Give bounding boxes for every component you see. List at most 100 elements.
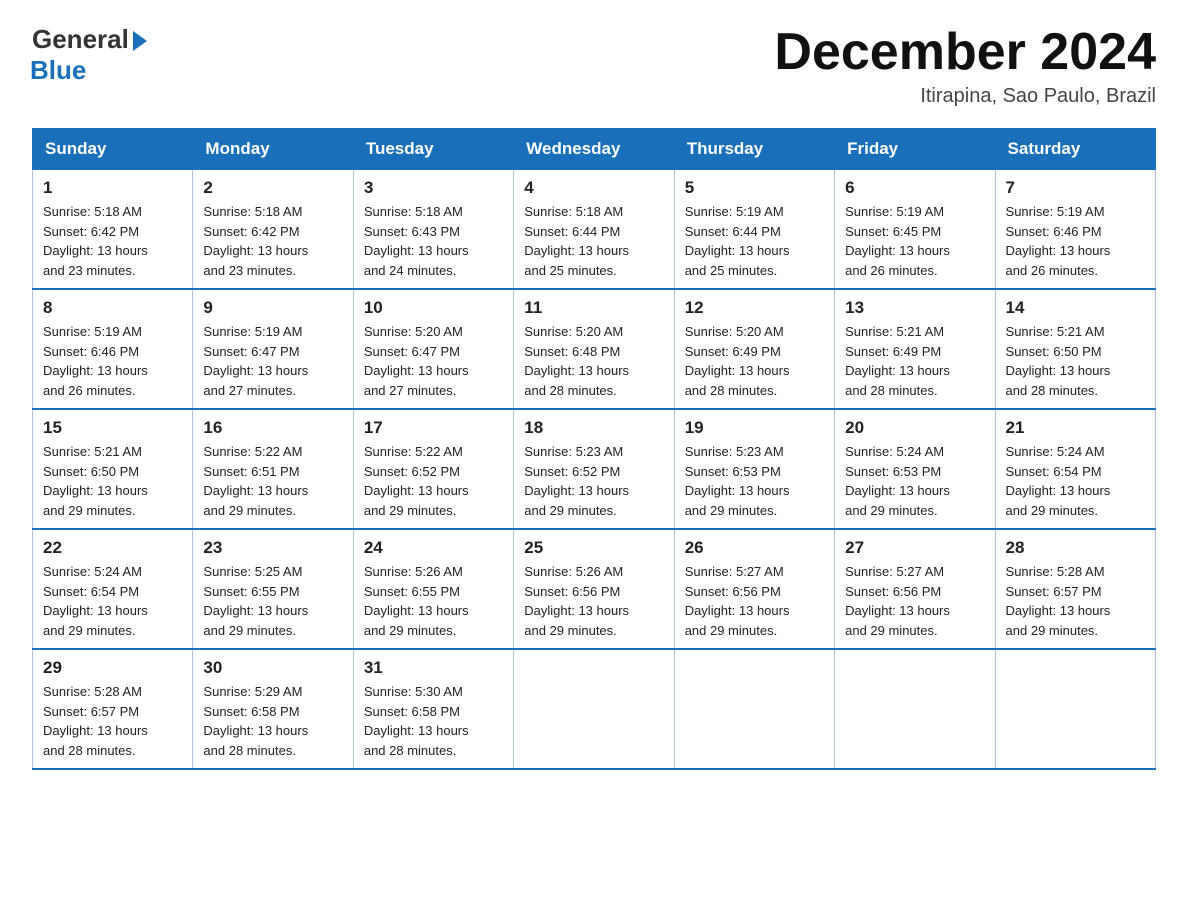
calendar-cell: 23 Sunrise: 5:25 AM Sunset: 6:55 PM Dayl… — [193, 529, 353, 649]
calendar-cell: 15 Sunrise: 5:21 AM Sunset: 6:50 PM Dayl… — [33, 409, 193, 529]
day-number: 19 — [685, 418, 824, 438]
calendar-cell: 14 Sunrise: 5:21 AM Sunset: 6:50 PM Dayl… — [995, 289, 1155, 409]
day-number: 12 — [685, 298, 824, 318]
day-number: 1 — [43, 178, 182, 198]
calendar-cell: 25 Sunrise: 5:26 AM Sunset: 6:56 PM Dayl… — [514, 529, 674, 649]
calendar-cell: 30 Sunrise: 5:29 AM Sunset: 6:58 PM Dayl… — [193, 649, 353, 769]
calendar-cell: 19 Sunrise: 5:23 AM Sunset: 6:53 PM Dayl… — [674, 409, 834, 529]
calendar-cell: 2 Sunrise: 5:18 AM Sunset: 6:42 PM Dayli… — [193, 170, 353, 290]
day-number: 5 — [685, 178, 824, 198]
day-info: Sunrise: 5:24 AM Sunset: 6:54 PM Dayligh… — [43, 562, 182, 640]
day-info: Sunrise: 5:23 AM Sunset: 6:52 PM Dayligh… — [524, 442, 663, 520]
day-number: 9 — [203, 298, 342, 318]
day-info: Sunrise: 5:18 AM Sunset: 6:43 PM Dayligh… — [364, 202, 503, 280]
day-info: Sunrise: 5:19 AM Sunset: 6:47 PM Dayligh… — [203, 322, 342, 400]
calendar-header-row: SundayMondayTuesdayWednesdayThursdayFrid… — [33, 129, 1156, 170]
calendar-cell: 11 Sunrise: 5:20 AM Sunset: 6:48 PM Dayl… — [514, 289, 674, 409]
day-number: 11 — [524, 298, 663, 318]
day-info: Sunrise: 5:30 AM Sunset: 6:58 PM Dayligh… — [364, 682, 503, 760]
day-info: Sunrise: 5:18 AM Sunset: 6:42 PM Dayligh… — [43, 202, 182, 280]
day-number: 28 — [1006, 538, 1145, 558]
calendar-week-row: 8 Sunrise: 5:19 AM Sunset: 6:46 PM Dayli… — [33, 289, 1156, 409]
day-number: 13 — [845, 298, 984, 318]
day-info: Sunrise: 5:18 AM Sunset: 6:42 PM Dayligh… — [203, 202, 342, 280]
day-info: Sunrise: 5:24 AM Sunset: 6:54 PM Dayligh… — [1006, 442, 1145, 520]
calendar-cell — [514, 649, 674, 769]
calendar-week-row: 29 Sunrise: 5:28 AM Sunset: 6:57 PM Dayl… — [33, 649, 1156, 769]
month-title: December 2024 — [774, 24, 1156, 81]
calendar-header-sunday: Sunday — [33, 129, 193, 170]
day-info: Sunrise: 5:18 AM Sunset: 6:44 PM Dayligh… — [524, 202, 663, 280]
day-number: 26 — [685, 538, 824, 558]
calendar-cell: 16 Sunrise: 5:22 AM Sunset: 6:51 PM Dayl… — [193, 409, 353, 529]
calendar-header-wednesday: Wednesday — [514, 129, 674, 170]
day-info: Sunrise: 5:26 AM Sunset: 6:56 PM Dayligh… — [524, 562, 663, 640]
day-number: 23 — [203, 538, 342, 558]
day-info: Sunrise: 5:21 AM Sunset: 6:50 PM Dayligh… — [1006, 322, 1145, 400]
day-number: 15 — [43, 418, 182, 438]
calendar-cell: 31 Sunrise: 5:30 AM Sunset: 6:58 PM Dayl… — [353, 649, 513, 769]
calendar-cell: 12 Sunrise: 5:20 AM Sunset: 6:49 PM Dayl… — [674, 289, 834, 409]
calendar-cell: 22 Sunrise: 5:24 AM Sunset: 6:54 PM Dayl… — [33, 529, 193, 649]
calendar-cell: 7 Sunrise: 5:19 AM Sunset: 6:46 PM Dayli… — [995, 170, 1155, 290]
calendar-cell: 6 Sunrise: 5:19 AM Sunset: 6:45 PM Dayli… — [835, 170, 995, 290]
day-number: 22 — [43, 538, 182, 558]
calendar-week-row: 22 Sunrise: 5:24 AM Sunset: 6:54 PM Dayl… — [33, 529, 1156, 649]
calendar-cell: 8 Sunrise: 5:19 AM Sunset: 6:46 PM Dayli… — [33, 289, 193, 409]
day-info: Sunrise: 5:23 AM Sunset: 6:53 PM Dayligh… — [685, 442, 824, 520]
calendar-cell: 27 Sunrise: 5:27 AM Sunset: 6:56 PM Dayl… — [835, 529, 995, 649]
calendar-table: SundayMondayTuesdayWednesdayThursdayFrid… — [32, 128, 1156, 770]
day-number: 7 — [1006, 178, 1145, 198]
calendar-week-row: 15 Sunrise: 5:21 AM Sunset: 6:50 PM Dayl… — [33, 409, 1156, 529]
day-info: Sunrise: 5:21 AM Sunset: 6:49 PM Dayligh… — [845, 322, 984, 400]
calendar-cell: 20 Sunrise: 5:24 AM Sunset: 6:53 PM Dayl… — [835, 409, 995, 529]
calendar-cell: 29 Sunrise: 5:28 AM Sunset: 6:57 PM Dayl… — [33, 649, 193, 769]
day-number: 10 — [364, 298, 503, 318]
calendar-cell: 26 Sunrise: 5:27 AM Sunset: 6:56 PM Dayl… — [674, 529, 834, 649]
calendar-header-tuesday: Tuesday — [353, 129, 513, 170]
calendar-cell: 3 Sunrise: 5:18 AM Sunset: 6:43 PM Dayli… — [353, 170, 513, 290]
day-info: Sunrise: 5:24 AM Sunset: 6:53 PM Dayligh… — [845, 442, 984, 520]
calendar-week-row: 1 Sunrise: 5:18 AM Sunset: 6:42 PM Dayli… — [33, 170, 1156, 290]
day-number: 14 — [1006, 298, 1145, 318]
day-number: 3 — [364, 178, 503, 198]
day-info: Sunrise: 5:27 AM Sunset: 6:56 PM Dayligh… — [845, 562, 984, 640]
title-block: December 2024 Itirapina, Sao Paulo, Braz… — [774, 24, 1156, 108]
day-number: 24 — [364, 538, 503, 558]
calendar-cell: 1 Sunrise: 5:18 AM Sunset: 6:42 PM Dayli… — [33, 170, 193, 290]
day-number: 20 — [845, 418, 984, 438]
day-number: 18 — [524, 418, 663, 438]
calendar-cell: 17 Sunrise: 5:22 AM Sunset: 6:52 PM Dayl… — [353, 409, 513, 529]
day-number: 29 — [43, 658, 182, 678]
calendar-cell: 9 Sunrise: 5:19 AM Sunset: 6:47 PM Dayli… — [193, 289, 353, 409]
calendar-cell: 18 Sunrise: 5:23 AM Sunset: 6:52 PM Dayl… — [514, 409, 674, 529]
calendar-cell — [674, 649, 834, 769]
day-info: Sunrise: 5:29 AM Sunset: 6:58 PM Dayligh… — [203, 682, 342, 760]
day-info: Sunrise: 5:26 AM Sunset: 6:55 PM Dayligh… — [364, 562, 503, 640]
day-info: Sunrise: 5:19 AM Sunset: 6:45 PM Dayligh… — [845, 202, 984, 280]
day-info: Sunrise: 5:28 AM Sunset: 6:57 PM Dayligh… — [43, 682, 182, 760]
day-number: 27 — [845, 538, 984, 558]
day-number: 2 — [203, 178, 342, 198]
day-info: Sunrise: 5:19 AM Sunset: 6:46 PM Dayligh… — [1006, 202, 1145, 280]
day-info: Sunrise: 5:19 AM Sunset: 6:46 PM Dayligh… — [43, 322, 182, 400]
day-info: Sunrise: 5:25 AM Sunset: 6:55 PM Dayligh… — [203, 562, 342, 640]
day-info: Sunrise: 5:20 AM Sunset: 6:47 PM Dayligh… — [364, 322, 503, 400]
calendar-header-monday: Monday — [193, 129, 353, 170]
calendar-cell: 13 Sunrise: 5:21 AM Sunset: 6:49 PM Dayl… — [835, 289, 995, 409]
location: Itirapina, Sao Paulo, Brazil — [774, 85, 1156, 108]
day-info: Sunrise: 5:22 AM Sunset: 6:52 PM Dayligh… — [364, 442, 503, 520]
calendar-header-friday: Friday — [835, 129, 995, 170]
day-info: Sunrise: 5:21 AM Sunset: 6:50 PM Dayligh… — [43, 442, 182, 520]
day-number: 8 — [43, 298, 182, 318]
day-info: Sunrise: 5:19 AM Sunset: 6:44 PM Dayligh… — [685, 202, 824, 280]
calendar-header-thursday: Thursday — [674, 129, 834, 170]
calendar-cell: 10 Sunrise: 5:20 AM Sunset: 6:47 PM Dayl… — [353, 289, 513, 409]
logo-arrow-icon — [133, 31, 147, 51]
calendar-cell: 5 Sunrise: 5:19 AM Sunset: 6:44 PM Dayli… — [674, 170, 834, 290]
day-info: Sunrise: 5:20 AM Sunset: 6:49 PM Dayligh… — [685, 322, 824, 400]
day-number: 21 — [1006, 418, 1145, 438]
logo-general-text: General — [32, 24, 129, 55]
day-info: Sunrise: 5:20 AM Sunset: 6:48 PM Dayligh… — [524, 322, 663, 400]
calendar-cell: 4 Sunrise: 5:18 AM Sunset: 6:44 PM Dayli… — [514, 170, 674, 290]
